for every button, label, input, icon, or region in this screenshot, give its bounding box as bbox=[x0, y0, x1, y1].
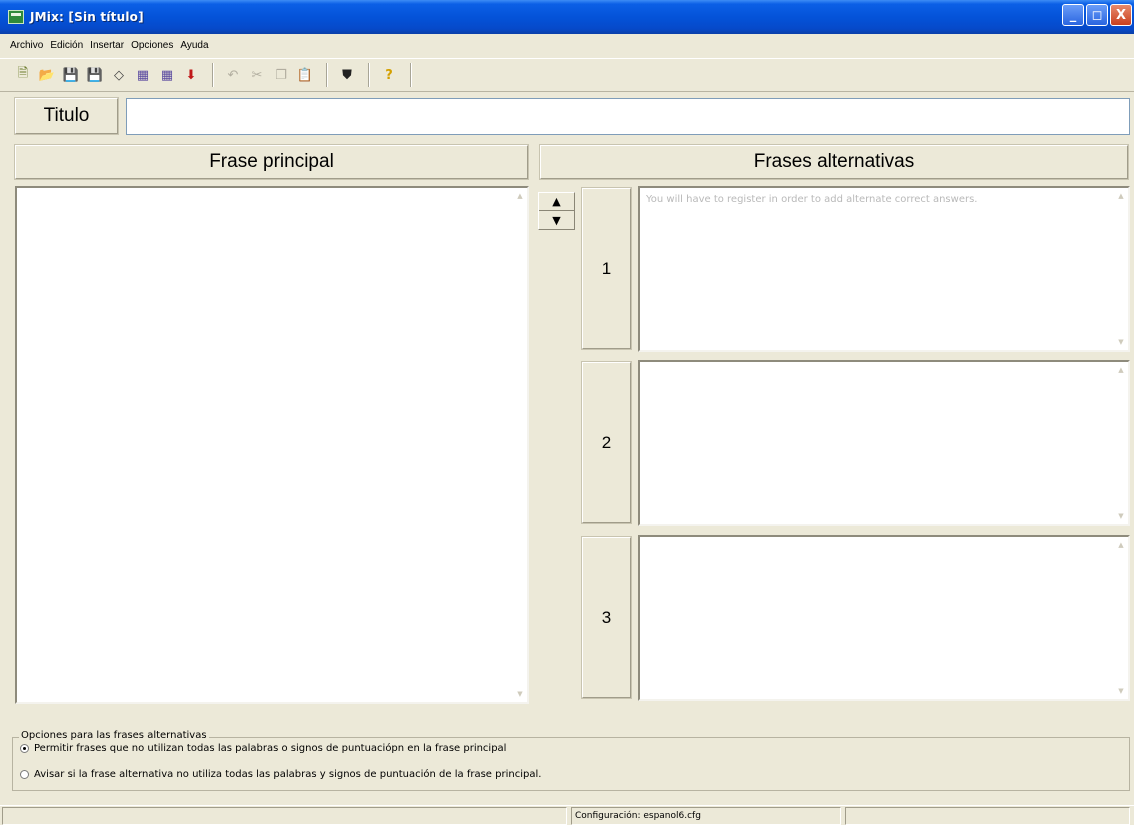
options-legend: Opciones para las frases alternativas bbox=[19, 730, 209, 741]
title-bar: JMix: [Sin título] _ ◻ X bbox=[0, 0, 1134, 34]
status-cell-left bbox=[2, 807, 567, 825]
undo-icon[interactable]: ↶ bbox=[222, 64, 244, 86]
scroll-up-icon[interactable]: ▲ bbox=[516, 192, 524, 200]
open-folder-icon[interactable]: 📂 bbox=[36, 64, 58, 86]
main-sentence-header: Frase principal bbox=[14, 144, 529, 180]
radio-button[interactable] bbox=[20, 744, 29, 753]
maximize-button[interactable]: ◻ bbox=[1086, 4, 1108, 26]
scroll-up-icon[interactable]: ▲ bbox=[1117, 541, 1125, 549]
menu-archivo[interactable]: Archivo bbox=[10, 40, 43, 51]
alternative-number: 1 bbox=[581, 187, 632, 350]
app-icon bbox=[8, 10, 24, 24]
alternatives-header: Frases alternativas bbox=[539, 144, 1129, 180]
alternative-textarea-2[interactable]: ▲ ▼ bbox=[638, 360, 1130, 526]
alternative-number: 3 bbox=[581, 536, 632, 699]
menu-bar: Archivo Edición Insertar Opciones Ayuda bbox=[0, 34, 1134, 56]
scroll-up-icon[interactable]: ▲ bbox=[1117, 366, 1125, 374]
cut-icon[interactable]: ✂ bbox=[246, 64, 268, 86]
option-label: Avisar si la frase alternativa no utiliz… bbox=[34, 769, 542, 780]
scroll-up-icon[interactable]: ▲ bbox=[1117, 192, 1125, 200]
save-as-icon[interactable]: 💾 bbox=[84, 64, 106, 86]
option-warn-partial[interactable]: Avisar si la frase alternativa no utiliz… bbox=[20, 769, 541, 780]
new-file-icon[interactable]: 🗎 bbox=[12, 64, 34, 86]
save-icon[interactable]: 💾 bbox=[60, 64, 82, 86]
menu-opciones[interactable]: Opciones bbox=[131, 40, 173, 51]
status-config: Configuración: espanol6.cfg bbox=[571, 807, 841, 825]
toolbar-separator bbox=[368, 63, 370, 87]
option-label: Permitir frases que no utilizan todas la… bbox=[34, 743, 507, 754]
menu-ayuda[interactable]: Ayuda bbox=[180, 40, 208, 51]
toolbar-separator bbox=[410, 63, 412, 87]
close-button[interactable]: X bbox=[1110, 4, 1132, 26]
paste-icon[interactable]: 📋 bbox=[294, 64, 316, 86]
scroll-down-icon[interactable]: ▼ bbox=[1117, 687, 1125, 695]
create-web-page-icon[interactable]: ▦ bbox=[132, 64, 154, 86]
status-bar: Configuración: espanol6.cfg bbox=[0, 805, 1134, 825]
minimize-button[interactable]: _ bbox=[1062, 4, 1084, 26]
menu-insertar[interactable]: Insertar bbox=[90, 40, 124, 51]
window-controls: _ ◻ X bbox=[1062, 4, 1132, 26]
option-allow-partial[interactable]: Permitir frases que no utilizan todas la… bbox=[20, 743, 506, 754]
scroll-down-icon[interactable]: ▼ bbox=[1117, 338, 1125, 346]
toolbar-separator bbox=[326, 63, 328, 87]
move-down-button[interactable]: ▼ bbox=[539, 211, 574, 229]
alternative-number: 2 bbox=[581, 361, 632, 524]
reorder-buttons: ▲ ▼ bbox=[538, 192, 575, 230]
status-cell-right bbox=[845, 807, 1130, 825]
titulo-label: Titulo bbox=[14, 97, 119, 135]
menu-edicion[interactable]: Edición bbox=[50, 40, 83, 51]
toolbar-separator bbox=[212, 63, 214, 87]
copy-icon[interactable]: ❐ bbox=[270, 64, 292, 86]
alternative-textarea-1[interactable]: You will have to register in order to ad… bbox=[638, 186, 1130, 352]
register-notice: You will have to register in order to ad… bbox=[646, 194, 978, 205]
move-up-button[interactable]: ▲ bbox=[539, 193, 574, 211]
titulo-input[interactable] bbox=[126, 98, 1130, 135]
help-icon[interactable]: ? bbox=[378, 64, 400, 86]
radio-button[interactable] bbox=[20, 770, 29, 779]
eraser-icon[interactable]: ◇ bbox=[108, 64, 130, 86]
alternatives-options-group: Opciones para las frases alternativas Pe… bbox=[12, 730, 1130, 791]
main-sentence-textarea[interactable]: ▲ ▼ bbox=[15, 186, 529, 704]
scroll-down-icon[interactable]: ▼ bbox=[516, 690, 524, 698]
alternative-textarea-3[interactable]: ▲ ▼ bbox=[638, 535, 1130, 701]
window-title: JMix: [Sin título] bbox=[30, 10, 144, 24]
toolbar: 🗎 📂 💾 💾 ◇ ▦ ▦ ⬇ ↶ ✂ ❐ 📋 ⛊ ? bbox=[0, 58, 1134, 92]
scroll-down-icon[interactable]: ▼ bbox=[1117, 512, 1125, 520]
config-icon[interactable]: ⛊ bbox=[336, 64, 358, 86]
export-icon[interactable]: ⬇ bbox=[180, 64, 202, 86]
create-drag-page-icon[interactable]: ▦ bbox=[156, 64, 178, 86]
